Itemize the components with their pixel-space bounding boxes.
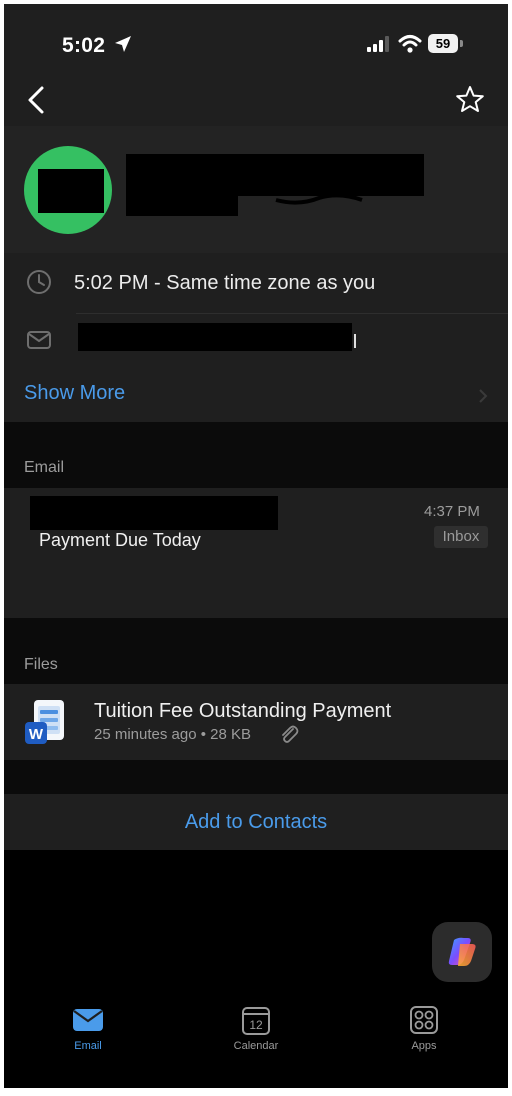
battery-icon: 59	[428, 34, 464, 54]
battery-tip	[460, 40, 463, 47]
email-time: 4:37 PM	[424, 503, 480, 520]
wifi-icon	[398, 35, 422, 53]
paperclip-icon	[282, 725, 299, 743]
redacted-contact-name-line2	[126, 190, 238, 216]
status-time: 5:02	[62, 34, 106, 57]
email-section-label: Email	[24, 459, 65, 476]
apps-grid-icon	[410, 1006, 438, 1034]
section-spacer	[4, 760, 508, 794]
email-section-header	[4, 422, 508, 488]
redacted-email-sender	[30, 496, 278, 530]
files-section-header	[4, 618, 508, 684]
mail-outline-icon	[27, 331, 51, 349]
show-more-link[interactable]: Show More	[24, 382, 125, 405]
svg-text:W: W	[29, 726, 44, 743]
location-arrow-icon	[115, 36, 131, 52]
tab-calendar-label: Calendar	[233, 1040, 279, 1052]
battery-level: 59	[428, 34, 458, 53]
calendar-date: 12	[249, 1018, 263, 1032]
file-name: Tuition Fee Outstanding Payment	[94, 700, 392, 722]
files-section-label: Files	[24, 656, 58, 673]
copilot-button[interactable]	[432, 922, 492, 982]
tab-email[interactable]: Email	[38, 1002, 138, 1052]
phone-screen: 5:02 59 5:02 PM - Same time zone as you	[4, 4, 508, 1088]
tab-calendar[interactable]: 12 Calendar	[206, 1002, 306, 1052]
clock-icon	[27, 270, 51, 294]
redaction-edge	[354, 334, 356, 348]
copilot-icon	[448, 937, 476, 966]
file-meta: 25 minutes ago • 28 KB	[94, 726, 252, 743]
mail-icon	[73, 1009, 103, 1031]
add-to-contacts-label: Add to Contacts	[184, 811, 328, 833]
folder-badge: Inbox	[434, 526, 488, 548]
redacted-email-address	[78, 323, 352, 351]
tab-apps[interactable]: Apps	[374, 1002, 474, 1052]
tab-email-label: Email	[74, 1040, 102, 1052]
local-time-text: 5:02 PM - Same time zone as you	[74, 272, 376, 294]
favorite-star-button[interactable]	[454, 84, 486, 116]
redaction-stroke	[275, 193, 363, 205]
tab-apps-label: Apps	[411, 1040, 437, 1052]
back-button[interactable]	[22, 84, 50, 116]
redacted-avatar-initials	[38, 169, 104, 213]
calendar-icon: 12	[242, 1007, 270, 1035]
chevron-right-icon	[479, 389, 488, 403]
email-subject: Payment Due Today	[39, 530, 201, 550]
word-doc-icon: W	[25, 700, 64, 744]
cellular-signal-icon	[367, 36, 389, 52]
